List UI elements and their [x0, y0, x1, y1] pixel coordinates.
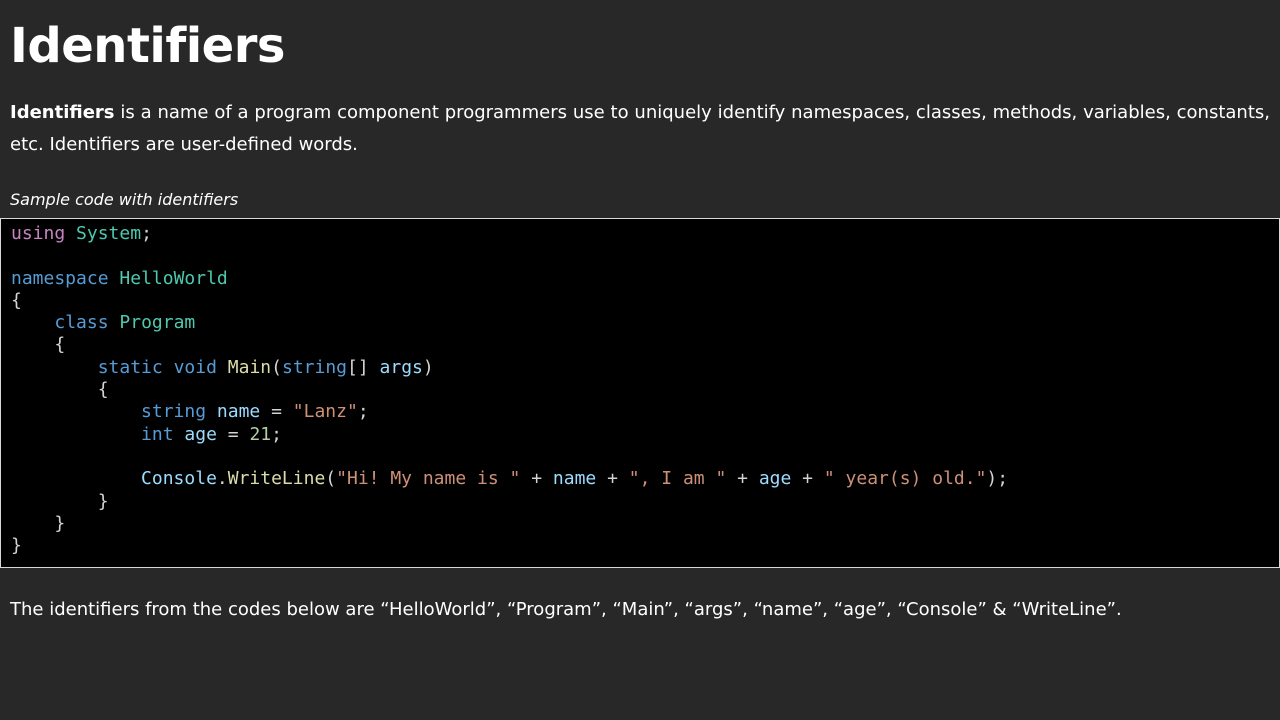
code-token: ) [422, 356, 434, 378]
document-page: Identifiers Identifiers is a name of a p… [0, 0, 1280, 720]
code-token: ; [271, 423, 282, 445]
code-line: } [11, 491, 1279, 513]
code-token: ; [357, 401, 369, 423]
code-token: name [552, 468, 597, 490]
code-line: } [11, 535, 1279, 557]
code-token: using [11, 223, 66, 244]
code-line: Console.WriteLine("Hi! My name is " + na… [11, 468, 1279, 490]
code-token: string [141, 401, 207, 423]
code-token: Main [227, 356, 272, 378]
code-token: + [596, 468, 629, 490]
code-token: 21 [249, 423, 272, 445]
code-line: static void Main(string[] args) [11, 357, 1279, 379]
code-token: args [379, 356, 423, 378]
code-token: " year(s) old." [823, 468, 987, 490]
code-token: } [11, 512, 66, 534]
code-token: static [97, 356, 163, 378]
code-token: age [758, 468, 792, 490]
code-token: Console [141, 468, 217, 490]
code-token: age [184, 423, 217, 445]
page-title: Identifiers [10, 18, 285, 74]
intro-text: is a name of a program component program… [10, 102, 1270, 155]
code-token: { [11, 334, 66, 356]
code-line: { [11, 379, 1279, 401]
code-token: ; [141, 223, 152, 244]
code-token: WriteLine [227, 468, 326, 490]
code-token: class [54, 312, 109, 334]
code-block: using System;​namespace HelloWorld{ clas… [0, 218, 1280, 568]
code-line: { [11, 334, 1279, 356]
code-token: string [281, 356, 348, 378]
code-line: } [11, 513, 1279, 535]
code-token: ( [325, 468, 337, 490]
code-token: namespace [11, 267, 109, 289]
code-token: } [11, 490, 109, 512]
intro-paragraph: Identifiers is a name of a program compo… [10, 97, 1270, 161]
code-token: { [11, 289, 22, 311]
code-token: System [76, 223, 142, 244]
code-token: "Hi! My name is " [336, 468, 521, 490]
code-listing: using System;​namespace HelloWorld{ clas… [1, 219, 1279, 557]
code-token: } [11, 535, 22, 557]
code-token: [] [347, 356, 380, 378]
code-token: ); [986, 468, 1009, 490]
code-caption: Sample code with identifiers [10, 190, 239, 209]
code-token: Program [119, 312, 196, 334]
code-token: name [216, 401, 261, 423]
code-token: . [216, 468, 228, 490]
code-token: int [141, 423, 174, 445]
code-line: namespace HelloWorld [11, 268, 1279, 290]
code-line: ​ [11, 446, 1279, 468]
code-token: + [791, 468, 824, 490]
code-line: ​ [11, 245, 1279, 267]
code-token: "Lanz" [292, 401, 358, 423]
code-token: = [216, 423, 250, 445]
code-token: ( [271, 356, 282, 378]
code-token: HelloWorld [119, 267, 228, 289]
code-line: { [11, 290, 1279, 312]
code-token: + [726, 468, 759, 490]
summary-paragraph: The identifiers from the codes below are… [10, 599, 1122, 620]
code-line: using System; [11, 223, 1279, 245]
code-line: int age = 21; [11, 424, 1279, 446]
intro-term: Identifiers [10, 102, 115, 123]
code-token: = [260, 401, 293, 423]
code-token: + [520, 468, 553, 490]
code-token: { [11, 379, 109, 401]
code-token: ", I am " [628, 468, 727, 490]
code-token: void [173, 356, 217, 378]
code-line: class Program [11, 312, 1279, 334]
code-line: string name = "Lanz"; [11, 401, 1279, 423]
